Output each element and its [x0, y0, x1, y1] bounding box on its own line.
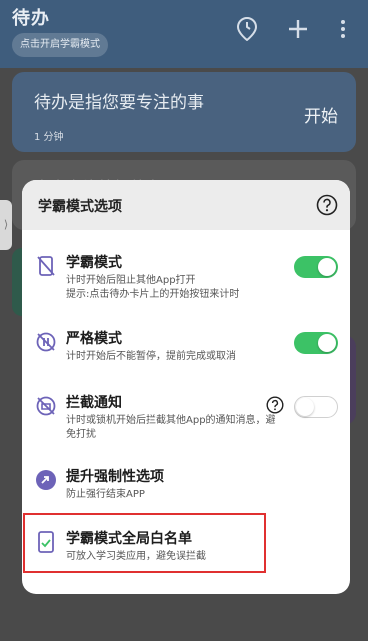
plus-icon[interactable] — [285, 16, 311, 42]
app-title: 待办 — [12, 8, 50, 29]
study-mode-chip[interactable]: 点击开启学霸模式 — [12, 33, 108, 57]
block-notification-icon — [34, 394, 58, 418]
app-bar: 待办 点击开启学霸模式 — [0, 0, 368, 68]
study-mode-dialog: 学霸模式选项 学霸模式 计时开始后阻止其他App打开 提示:点击待办卡片上的开始… — [22, 180, 350, 594]
option-desc: 防止强行结束APP — [66, 489, 145, 500]
todo-title: 待办是指您要专注的事 — [34, 93, 204, 113]
clock-pin-icon[interactable] — [234, 16, 260, 42]
more-vert-icon[interactable] — [330, 16, 356, 42]
strict-mode-toggle[interactable] — [294, 332, 338, 354]
phone-blocked-icon — [34, 254, 58, 278]
option-title: 学霸模式 — [66, 255, 122, 271]
dialog-header: 学霸模式选项 — [22, 180, 350, 230]
option-title: 提升强制性选项 — [66, 469, 164, 485]
todo-duration: 1 分钟 — [34, 132, 64, 143]
option-desc: 计时或锁机开始后拦截其他App的通知消息，避免打扰 — [66, 415, 276, 440]
help-icon[interactable] — [266, 396, 284, 414]
option-title: 拦截通知 — [66, 395, 122, 411]
no-pause-icon — [34, 330, 58, 354]
option-title: 严格模式 — [66, 331, 122, 347]
side-drawer-handle[interactable]: ⟩ — [0, 200, 12, 250]
todo-card[interactable]: 待办是指您要专注的事 1 分钟 开始 — [12, 72, 356, 152]
boost-arrow-icon — [34, 468, 58, 492]
block-notifications-toggle[interactable] — [294, 396, 338, 418]
start-button[interactable]: 开始 — [304, 102, 338, 127]
highlight-box — [23, 513, 266, 573]
dialog-title: 学霸模式选项 — [38, 199, 122, 215]
option-desc: 计时开始后阻止其他App打开 提示:点击待办卡片上的开始按钮来计时 — [66, 275, 240, 300]
study-mode-toggle[interactable] — [294, 256, 338, 278]
option-desc: 计时开始后不能暂停，提前完成或取消 — [66, 351, 236, 362]
help-icon[interactable] — [316, 194, 338, 216]
